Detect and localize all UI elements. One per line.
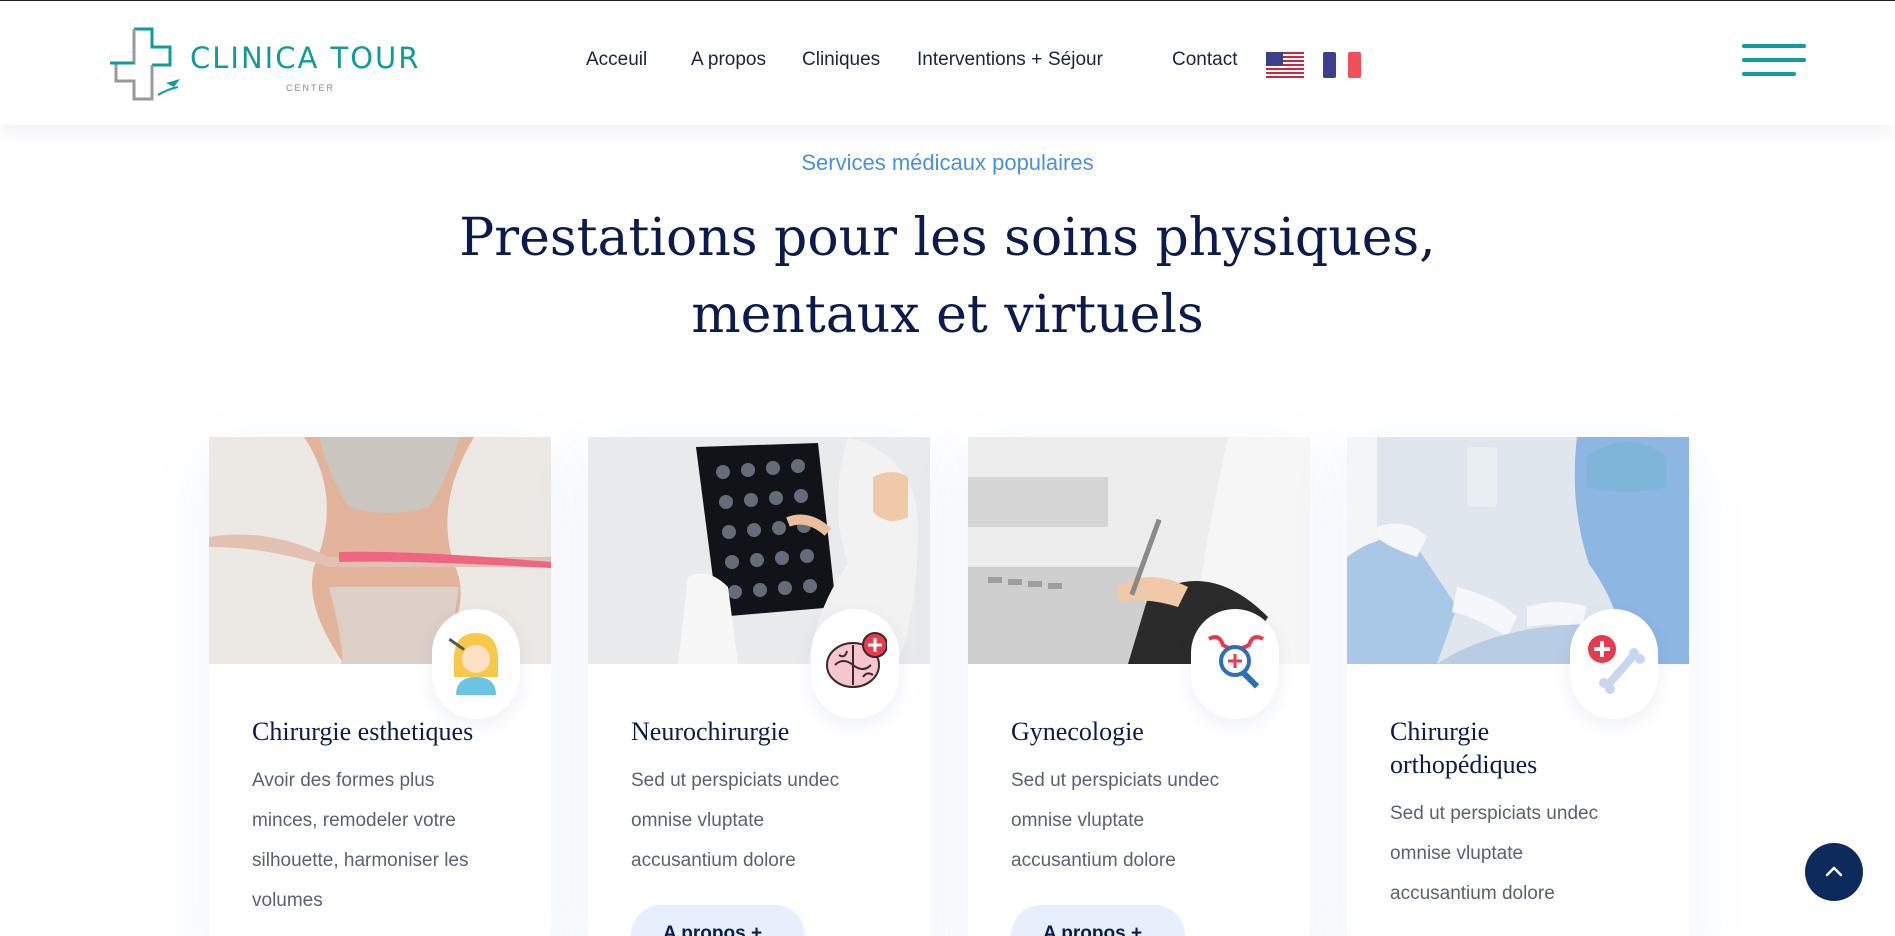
hamburger-icon-line — [1742, 72, 1796, 76]
nav-item-interventions[interactable]: Interventions + — [917, 49, 1042, 71]
brain-icon — [811, 609, 899, 719]
service-card-gynecologie[interactable]: Gynecologie Sed ut perspiciats undec omn… — [968, 437, 1310, 936]
hamburger-icon-line — [1742, 58, 1806, 62]
nav-item-acceuil[interactable]: Acceuil — [586, 49, 647, 71]
card-more-button[interactable]: A propos + — [631, 905, 805, 936]
fr-flag-icon[interactable] — [1323, 52, 1361, 78]
site-header: CLINICA TOUR CENTER Acceuil A propos Cli… — [0, 1, 1895, 125]
card-title: Neurochirurgie — [631, 717, 790, 746]
card-text-line: minces, remodeler votre — [252, 810, 456, 831]
service-card-chirurgie-orthopediques[interactable]: Chirurgie orthopédiques Sed ut perspicia… — [1347, 437, 1689, 936]
brand-name: CLINICA TOUR — [190, 41, 421, 75]
card-title: Chirurgie orthopédiques — [1390, 715, 1650, 781]
service-card-neurochirurgie[interactable]: Neurochirurgie Sed ut perspiciats undec … — [588, 437, 930, 936]
nav-item-cliniques[interactable]: Cliniques — [802, 49, 880, 71]
card-description: Sed ut perspiciats undec omnise vluptate… — [631, 761, 881, 881]
section-title-line2: mentaux et virtuels — [691, 285, 1204, 345]
nav-item-sejour[interactable]: Séjour — [1048, 49, 1103, 71]
hamburger-icon-line — [1742, 44, 1806, 48]
card-description: Avoir des formes plus minces, remodeler … — [252, 761, 502, 921]
uterus-search-icon — [1191, 609, 1279, 719]
card-title: Gynecologie — [1011, 717, 1144, 746]
nav-item-a-propos[interactable]: A propos — [691, 49, 766, 71]
bone-medical-icon — [1570, 609, 1658, 719]
us-flag-icon[interactable] — [1266, 52, 1304, 78]
section-eyebrow: Services médicaux populaires — [801, 150, 1094, 175]
card-text-line: accusantium dolore — [631, 850, 796, 871]
card-text-line: omnise vluptate — [1390, 843, 1524, 864]
card-text-line: omnise vluptate — [631, 810, 765, 831]
card-description: Sed ut perspiciats undec omnise vluptate… — [1390, 794, 1640, 914]
card-text-line: Sed ut perspiciats undec — [631, 770, 840, 791]
card-text-line: omnise vluptate — [1011, 810, 1145, 831]
section-title-line1: Prestations pour les soins physiques, — [459, 208, 1436, 268]
card-title: Chirurgie esthetiques — [252, 717, 474, 746]
site-logo[interactable]: CLINICA TOUR CENTER — [106, 25, 436, 103]
card-title-line: orthopédiques — [1390, 750, 1538, 779]
card-text-line: volumes — [252, 890, 323, 911]
card-text-line: Avoir des formes plus — [252, 770, 435, 791]
card-description: Sed ut perspiciats undec omnise vluptate… — [1011, 761, 1261, 881]
back-to-top-button[interactable] — [1805, 843, 1863, 901]
section-title: Prestations pour les soins physiques, me… — [0, 200, 1895, 354]
chevron-up-icon — [1825, 866, 1843, 877]
nav-item-contact[interactable]: Contact — [1172, 49, 1237, 71]
card-text-line: accusantium dolore — [1011, 850, 1176, 871]
card-text-line: accusantium dolore — [1390, 883, 1555, 904]
menu-toggle-button[interactable] — [1742, 44, 1806, 84]
card-text-line: Sed ut perspiciats undec — [1390, 803, 1599, 824]
card-text-line: Sed ut perspiciats undec — [1011, 770, 1220, 791]
service-card-chirurgie-esthetiques[interactable]: Chirurgie esthetiques Avoir des formes p… — [209, 437, 551, 936]
face-care-icon — [432, 609, 520, 719]
brand-tagline: CENTER — [286, 83, 336, 93]
card-text-line: silhouette, harmoniser les — [252, 850, 469, 871]
logo-cross-icon — [110, 27, 180, 101]
card-more-button[interactable]: A propos + — [1011, 905, 1185, 936]
card-title-line: Chirurgie — [1390, 717, 1490, 746]
